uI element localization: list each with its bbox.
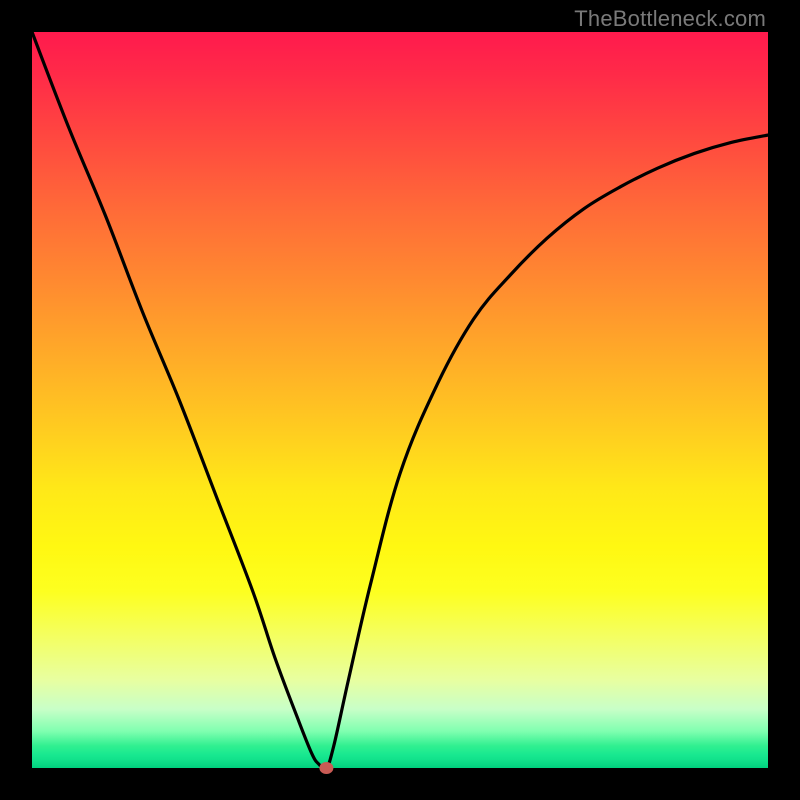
bottleneck-curve: [32, 32, 768, 769]
plot-area: [32, 32, 768, 768]
watermark-text: TheBottleneck.com: [574, 6, 766, 32]
chart-frame: TheBottleneck.com: [0, 0, 800, 800]
minimum-marker: [319, 762, 333, 774]
curve-svg: [32, 32, 768, 768]
